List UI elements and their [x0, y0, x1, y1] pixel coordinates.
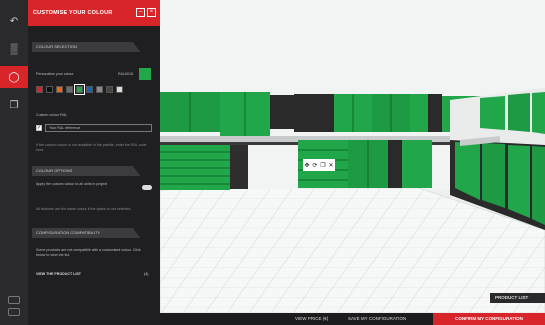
colour-swatch[interactable]: [74, 84, 85, 95]
ral-checkbox[interactable]: ✓: [36, 125, 42, 131]
settings-icon[interactable]: [8, 296, 20, 304]
rotate-icon[interactable]: ⟳: [312, 162, 317, 169]
app-window: ↶ ▒ ◯ ❐ CUSTOMISE YOUR COLOUR – × COLOUR…: [0, 0, 545, 325]
close-icon[interactable]: ×: [147, 8, 156, 17]
options-section-header: COLOUR OPTIONS: [32, 166, 141, 176]
view-price-button[interactable]: VIEW PRICE (€): [295, 313, 328, 325]
save-configuration-button[interactable]: SAVE MY CONFIGURATION: [348, 313, 406, 325]
options-section-title: COLOUR OPTIONS: [36, 168, 73, 173]
colour-swatch[interactable]: [36, 86, 43, 93]
panel-header: CUSTOMISE YOUR COLOUR – ×: [28, 0, 160, 26]
colour-section-header: COLOUR SELECTION: [32, 42, 141, 52]
minimize-icon[interactable]: –: [136, 8, 145, 17]
left-rail: ↶ ▒ ◯ ❐: [0, 0, 28, 325]
colour-swatch[interactable]: [56, 86, 63, 93]
colour-swatch[interactable]: [86, 86, 93, 93]
move-icon[interactable]: ✥: [304, 162, 309, 169]
product-list-count: (4): [144, 272, 149, 276]
panel-title: CUSTOMISE YOUR COLOUR: [33, 10, 113, 16]
compat-section-header: CONFIGURATION COMPATIBILITY: [32, 228, 141, 238]
colour-section-title: COLOUR SELECTION: [36, 44, 77, 49]
selected-colour-preview: [139, 68, 151, 80]
confirm-configuration-button[interactable]: CONFIRM MY CONFIGURATION: [433, 313, 545, 325]
copy-icon[interactable]: ❐: [0, 94, 28, 116]
apply-colour-toggle[interactable]: [142, 185, 152, 190]
colour-swatch[interactable]: [106, 86, 113, 93]
duplicate-icon[interactable]: ❐: [320, 162, 325, 169]
colour-swatches: [36, 84, 123, 95]
colour-swatch[interactable]: [96, 86, 103, 93]
compat-section-title: CONFIGURATION COMPATIBILITY: [36, 230, 101, 235]
3d-viewport[interactable]: [160, 0, 545, 325]
bottom-toolbar: VIEW PRICE (€) SAVE MY CONFIGURATION CON…: [160, 313, 545, 325]
customise-panel: CUSTOMISE YOUR COLOUR – × COLOUR SELECTI…: [28, 0, 160, 325]
view-product-list-link[interactable]: VIEW THE PRODUCT LIST: [36, 272, 81, 276]
save-icon[interactable]: [8, 308, 20, 316]
chair-icon[interactable]: ▒: [0, 38, 28, 60]
delete-icon[interactable]: ✕: [329, 162, 334, 169]
undo-icon[interactable]: ↶: [0, 10, 28, 32]
colour-swatch[interactable]: [116, 86, 123, 93]
colour-swatch[interactable]: [66, 86, 73, 93]
ral-help: If the custom colour is not available in…: [36, 143, 147, 152]
options-note: All features are the same colour if the …: [36, 207, 132, 211]
colour-code: RAL6018: [118, 72, 133, 76]
palette-icon[interactable]: ◯: [0, 66, 28, 88]
colour-label: Personalise your colour: [36, 72, 74, 76]
product-list-button[interactable]: PRODUCT LIST: [490, 293, 545, 303]
ral-input-text: Your RAL reference: [49, 126, 81, 130]
object-toolbar: ✥ ⟳ ❐ ✕: [303, 159, 335, 171]
ral-label: Custom colour RAL: [36, 113, 68, 117]
options-toggle-label: Apply the custom colour to all units in …: [36, 182, 108, 186]
colour-swatch[interactable]: [46, 86, 53, 93]
garage-render: [160, 0, 545, 314]
compat-text: Some products are not compatible with a …: [36, 248, 141, 257]
